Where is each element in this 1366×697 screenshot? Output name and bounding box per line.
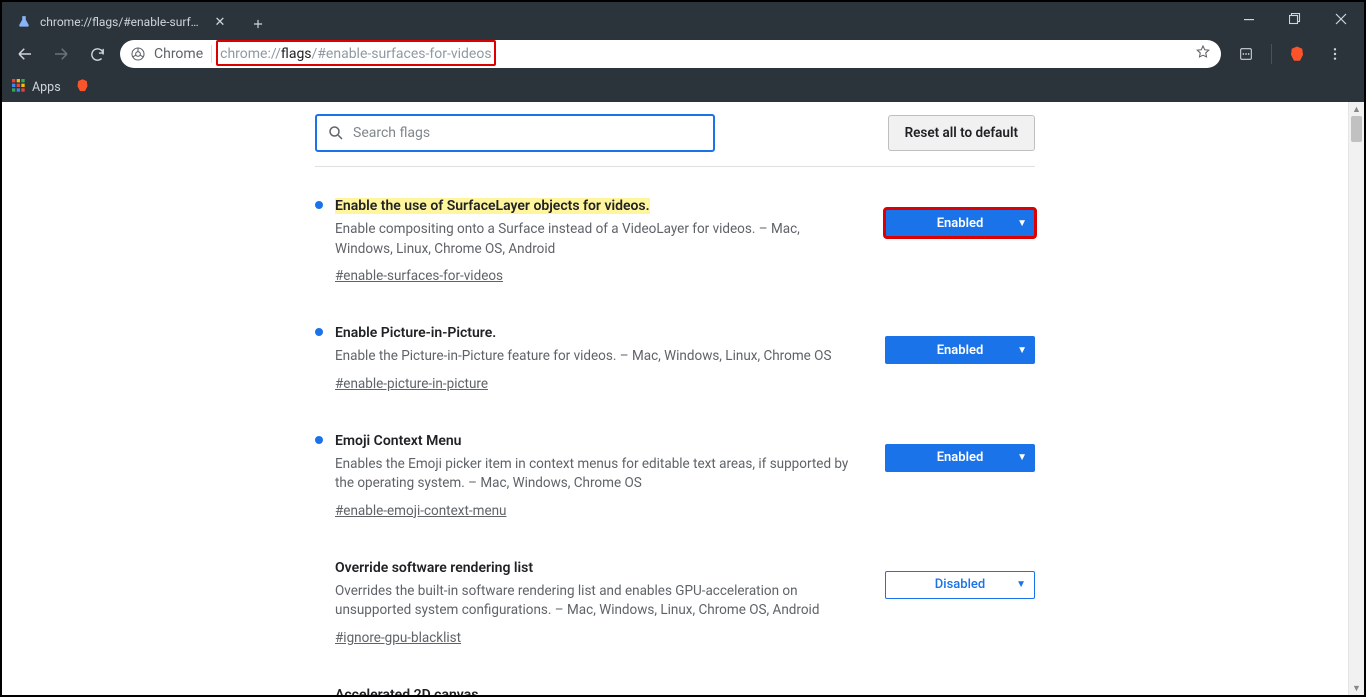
page-content: Reset all to default Enable the use of S… — [2, 102, 1364, 695]
flag-body: Enable the use of SurfaceLayer objects f… — [335, 195, 873, 284]
scrollbar-thumb[interactable] — [1351, 116, 1362, 142]
back-button[interactable] — [8, 39, 42, 69]
reset-all-button[interactable]: Reset all to default — [888, 115, 1035, 151]
chevron-down-icon: ▼ — [1017, 452, 1027, 463]
flask-icon — [16, 14, 32, 30]
flag-hash-link[interactable]: #enable-surfaces-for-videos — [335, 268, 503, 284]
flag-title: Emoji Context Menu — [335, 433, 462, 449]
bookmark-item[interactable] — [75, 78, 90, 97]
flag-control: Enabled ▼ — [885, 430, 1035, 519]
minimize-button[interactable] — [1226, 2, 1272, 36]
flag-select-value: Disabled — [935, 577, 985, 592]
close-icon[interactable]: ✕ — [212, 14, 228, 30]
reset-all-label: Reset all to default — [905, 125, 1018, 141]
apps-label: Apps — [32, 80, 61, 95]
reload-button[interactable] — [80, 39, 114, 69]
flag-description: Enables the Emoji picker item in context… — [335, 455, 857, 494]
scroll-up-icon[interactable]: ▲ — [1349, 102, 1364, 116]
maximize-button[interactable] — [1272, 2, 1318, 36]
bookmark-star-icon[interactable] — [1195, 44, 1211, 64]
divider — [211, 45, 212, 63]
flag-select[interactable]: Enabled ▼ — [885, 444, 1035, 472]
flag-body: Emoji Context Menu Enables the Emoji pick… — [335, 430, 873, 519]
flag-body: Override software rendering list Override… — [335, 557, 873, 646]
flag-title: Override software rendering list — [335, 560, 533, 576]
omnibox-url: chrome://flags/#enable-surfaces-for-vide… — [220, 46, 1187, 62]
scroll-down-icon[interactable]: ▼ — [1349, 681, 1364, 695]
flag-item: Override software rendering list Override… — [315, 547, 1035, 674]
flags-list: Enable the use of SurfaceLayer objects f… — [315, 167, 1035, 695]
omnibox[interactable]: Chrome chrome://flags/#enable-surfaces-f… — [120, 40, 1221, 68]
apps-grid-icon — [10, 77, 26, 97]
flag-body: Enable Picture-in-Picture. Enable the Pic… — [335, 322, 873, 392]
tab-strip: chrome://flags/#enable-surfaces ✕ — [2, 2, 272, 36]
flag-item: Emoji Context Menu Enables the Emoji pick… — [315, 420, 1035, 547]
flag-select-value: Enabled — [937, 343, 984, 358]
brave-extension-icon[interactable] — [1280, 39, 1314, 69]
flag-description: Overrides the built-in software renderin… — [335, 582, 857, 621]
modified-dot-icon — [315, 201, 323, 209]
flag-control: Enabled▼ — [885, 684, 1035, 695]
flag-control: Disabled ▼ — [885, 557, 1035, 646]
omnibox-chip: Chrome — [154, 46, 203, 62]
chevron-down-icon: ▼ — [1017, 345, 1027, 356]
search-input[interactable] — [353, 125, 703, 141]
flag-hash-link[interactable]: #ignore-gpu-blacklist — [335, 630, 461, 646]
titlebar: chrome://flags/#enable-surfaces ✕ — [2, 2, 1364, 36]
apps-shortcut[interactable]: Apps — [10, 77, 61, 97]
modified-dot-icon — [315, 328, 323, 336]
toolbar: Chrome chrome://flags/#enable-surfaces-f… — [2, 36, 1364, 72]
flag-select-value: Enabled — [937, 450, 984, 465]
flag-hash-link[interactable]: #enable-picture-in-picture — [335, 376, 488, 392]
flag-title: Enable the use of SurfaceLayer objects f… — [335, 198, 650, 214]
chevron-down-icon: ▼ — [1017, 218, 1027, 229]
window-controls — [1226, 2, 1364, 36]
page-scrollbar[interactable]: ▲ ▼ — [1348, 102, 1364, 695]
flag-title: Accelerated 2D canvas — [335, 687, 478, 695]
flag-title: Enable Picture-in-Picture. — [335, 325, 496, 341]
flag-hash-link[interactable]: #enable-emoji-context-menu — [335, 503, 507, 519]
omnibox-wrap: Chrome chrome://flags/#enable-surfaces-f… — [116, 40, 1221, 68]
flag-select[interactable]: Disabled ▼ — [885, 571, 1035, 599]
flag-description: Enable the Picture-in-Picture feature fo… — [335, 347, 857, 367]
flags-header: Reset all to default — [315, 102, 1035, 167]
flag-item: Enable Picture-in-Picture. Enable the Pic… — [315, 312, 1035, 420]
page-inner: Reset all to default Enable the use of S… — [2, 102, 1348, 695]
url-path: /#enable-surfaces-for-videos — [312, 46, 492, 62]
url-scheme: chrome:// — [220, 46, 281, 62]
flag-item: Accelerated 2D canvasEnables the use of … — [315, 674, 1035, 695]
modified-dot-icon — [315, 436, 323, 444]
flag-body: Accelerated 2D canvasEnables the use of … — [335, 684, 873, 695]
flag-select[interactable]: Enabled ▼ — [885, 209, 1035, 237]
extension-button[interactable] — [1229, 39, 1263, 69]
new-tab-button[interactable] — [244, 12, 272, 36]
flag-description: Enable compositing onto a Surface instea… — [335, 220, 857, 259]
chrome-icon — [130, 46, 146, 62]
flag-select-value: Enabled — [937, 216, 984, 231]
toolbar-right — [1223, 39, 1358, 69]
browser-chrome: chrome://flags/#enable-surfaces ✕ — [2, 2, 1364, 102]
flag-select[interactable]: Enabled ▼ — [885, 336, 1035, 364]
search-icon — [327, 124, 345, 142]
search-flags-field[interactable] — [315, 114, 715, 152]
bookmarks-bar: Apps — [2, 72, 1364, 102]
chevron-down-icon: ▼ — [1016, 579, 1026, 590]
flag-item: Enable the use of SurfaceLayer objects f… — [315, 185, 1035, 312]
url-host: flags — [281, 46, 312, 62]
brave-bookmark-icon — [75, 78, 90, 97]
chrome-menu-button[interactable] — [1318, 39, 1352, 69]
flag-control: Enabled ▼ — [885, 322, 1035, 392]
browser-tab[interactable]: chrome://flags/#enable-surfaces ✕ — [8, 8, 238, 36]
divider — [1271, 44, 1272, 64]
close-window-button[interactable] — [1318, 2, 1364, 36]
forward-button[interactable] — [44, 39, 78, 69]
flag-control: Enabled ▼ — [885, 195, 1035, 284]
tab-title: chrome://flags/#enable-surfaces — [40, 15, 204, 29]
